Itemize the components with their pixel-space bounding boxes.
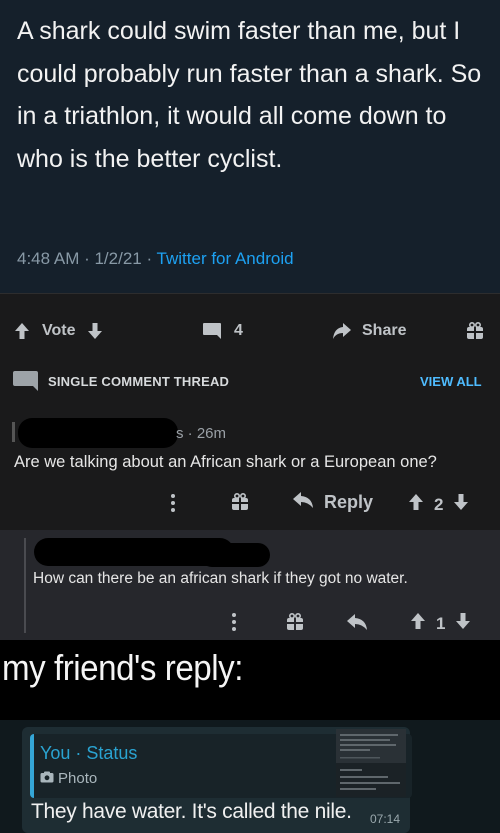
comment-thread-line bbox=[24, 538, 26, 633]
award-button[interactable] bbox=[466, 316, 484, 346]
downvote-icon[interactable] bbox=[87, 322, 103, 340]
comment-vote: 1 bbox=[410, 612, 471, 635]
share-label: Share bbox=[362, 322, 407, 339]
redacted-meta bbox=[200, 543, 270, 567]
reply-icon bbox=[292, 491, 314, 514]
reply-icon[interactable] bbox=[346, 613, 368, 631]
caption-text: my friend's reply: bbox=[2, 647, 243, 688]
comment-icon bbox=[202, 322, 222, 340]
tweet-meta: 4:48 AM · 1/2/21 · Twitter for Android bbox=[17, 249, 294, 269]
quoted-type-label: Photo bbox=[58, 770, 98, 787]
reply-button[interactable]: Reply bbox=[292, 491, 373, 514]
more-options-icon[interactable] bbox=[231, 612, 237, 632]
comments-button[interactable]: 4 bbox=[202, 316, 243, 346]
comment-score: 1 bbox=[436, 613, 446, 633]
thread-label: SINGLE COMMENT THREAD bbox=[48, 374, 230, 389]
quoted-type: Photo bbox=[40, 770, 97, 787]
downvote-icon[interactable] bbox=[455, 612, 471, 635]
upvote-icon[interactable] bbox=[14, 322, 30, 340]
comment-vote: 2 bbox=[408, 493, 469, 516]
camera-icon bbox=[40, 770, 54, 787]
redacted-username bbox=[18, 418, 178, 448]
tweet-timestamp: 4:48 AM · 1/2/21 · bbox=[17, 249, 157, 268]
status-thumbnail bbox=[336, 729, 406, 797]
gift-icon[interactable] bbox=[231, 493, 249, 511]
upvote-icon[interactable] bbox=[408, 493, 424, 516]
reply-label: Reply bbox=[324, 492, 374, 512]
comment-body: Are we talking about an African shark or… bbox=[14, 453, 437, 471]
upvote-icon[interactable] bbox=[410, 612, 426, 635]
share-button[interactable]: Share bbox=[332, 316, 406, 346]
comment-count: 4 bbox=[234, 322, 243, 339]
quoted-author: You · Status bbox=[40, 743, 138, 763]
comment-body: How can there be an african shark if the… bbox=[33, 570, 408, 587]
message-time: 07:14 bbox=[370, 812, 401, 826]
gift-icon bbox=[466, 322, 484, 340]
share-icon bbox=[332, 322, 352, 340]
tweet-text: A shark could swim faster than me, but I… bbox=[17, 17, 482, 173]
message-text: They have water. It's called the nile. bbox=[31, 800, 352, 823]
vote-label: Vote bbox=[42, 322, 76, 339]
more-options-icon[interactable] bbox=[170, 493, 176, 513]
downvote-icon[interactable] bbox=[453, 493, 469, 516]
comment-score: 2 bbox=[434, 494, 444, 514]
gift-icon[interactable] bbox=[286, 613, 304, 631]
tweet-source-link[interactable]: Twitter for Android bbox=[157, 249, 294, 268]
comment-thread-line bbox=[12, 422, 15, 442]
thread-comment-icon bbox=[12, 370, 39, 392]
comment-meta: s · 26m bbox=[176, 425, 227, 442]
vote-control: Vote bbox=[14, 316, 103, 346]
view-all-link[interactable]: VIEW ALL bbox=[420, 374, 482, 389]
